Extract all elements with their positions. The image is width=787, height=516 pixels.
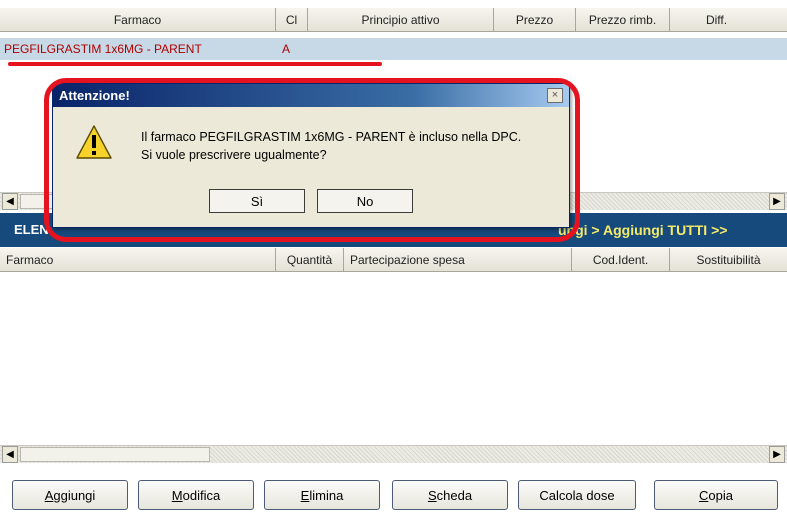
header-diff[interactable]: Diff. bbox=[670, 8, 763, 31]
scroll-right-icon[interactable]: ▶ bbox=[769, 193, 785, 210]
scheda-button[interactable]: Scheda bbox=[392, 480, 508, 510]
top-table-header: Farmaco Cl Principio attivo Prezzo Prezz… bbox=[0, 8, 787, 32]
scheda-mnemonic: S bbox=[427, 487, 437, 503]
calcola-dose-button[interactable]: Calcola dose bbox=[518, 480, 636, 510]
header-sostituibilita[interactable]: Sostituibilità bbox=[670, 248, 787, 271]
scheda-label: cheda bbox=[436, 487, 473, 503]
modifica-mnemonic: M bbox=[171, 487, 183, 503]
header-farmaco-2[interactable]: Farmaco bbox=[0, 248, 276, 271]
elimina-mnemonic: E bbox=[300, 487, 310, 503]
modifica-label: odifica bbox=[182, 487, 221, 503]
elimina-button[interactable]: Elimina bbox=[264, 480, 380, 510]
annotation-highlight bbox=[44, 78, 580, 242]
annotation-underline bbox=[8, 62, 382, 66]
header-principio-attivo[interactable]: Principio attivo bbox=[308, 8, 494, 31]
aggiungi-label: ggiungi bbox=[53, 487, 96, 503]
table-row-selected[interactable]: PEGFILGRASTIM 1x6MG - PARENT A bbox=[0, 38, 787, 60]
scroll-left-icon[interactable]: ◀ bbox=[2, 446, 18, 463]
aggiungi-mnemonic: A bbox=[44, 487, 54, 503]
copia-label: opia bbox=[708, 487, 733, 503]
aggiungi-button[interactable]: Aggiungi bbox=[12, 480, 128, 510]
header-prezzo-rimb[interactable]: Prezzo rimb. bbox=[576, 8, 670, 31]
row-farmaco: PEGFILGRASTIM 1x6MG - PARENT bbox=[4, 42, 202, 56]
elimina-label: limina bbox=[309, 487, 344, 503]
aggiungi-tutti-link[interactable]: ungi > Aggiungi TUTTI >> bbox=[558, 222, 727, 238]
copia-button[interactable]: Copia bbox=[654, 480, 778, 510]
header-quantita[interactable]: Quantità bbox=[276, 248, 344, 271]
header-prezzo[interactable]: Prezzo bbox=[494, 8, 576, 31]
action-button-row: Aggiungi Modifica Elimina Scheda Calcola… bbox=[0, 476, 787, 516]
scroll-thumb[interactable] bbox=[20, 447, 210, 462]
header-cl[interactable]: Cl bbox=[276, 8, 308, 31]
bottom-table-header: Farmaco Quantità Partecipazione spesa Co… bbox=[0, 248, 787, 272]
row-cl: A bbox=[282, 42, 291, 56]
header-farmaco[interactable]: Farmaco bbox=[0, 8, 276, 31]
scroll-left-icon[interactable]: ◀ bbox=[2, 193, 18, 210]
scroll-right-icon[interactable]: ▶ bbox=[769, 446, 785, 463]
header-partecipazione-spesa[interactable]: Partecipazione spesa bbox=[344, 248, 572, 271]
bottom-horizontal-scrollbar[interactable]: ◀ ▶ bbox=[0, 445, 787, 463]
modifica-button[interactable]: Modifica bbox=[138, 480, 254, 510]
header-cod-ident[interactable]: Cod.Ident. bbox=[572, 248, 670, 271]
copia-mnemonic: C bbox=[699, 487, 709, 503]
